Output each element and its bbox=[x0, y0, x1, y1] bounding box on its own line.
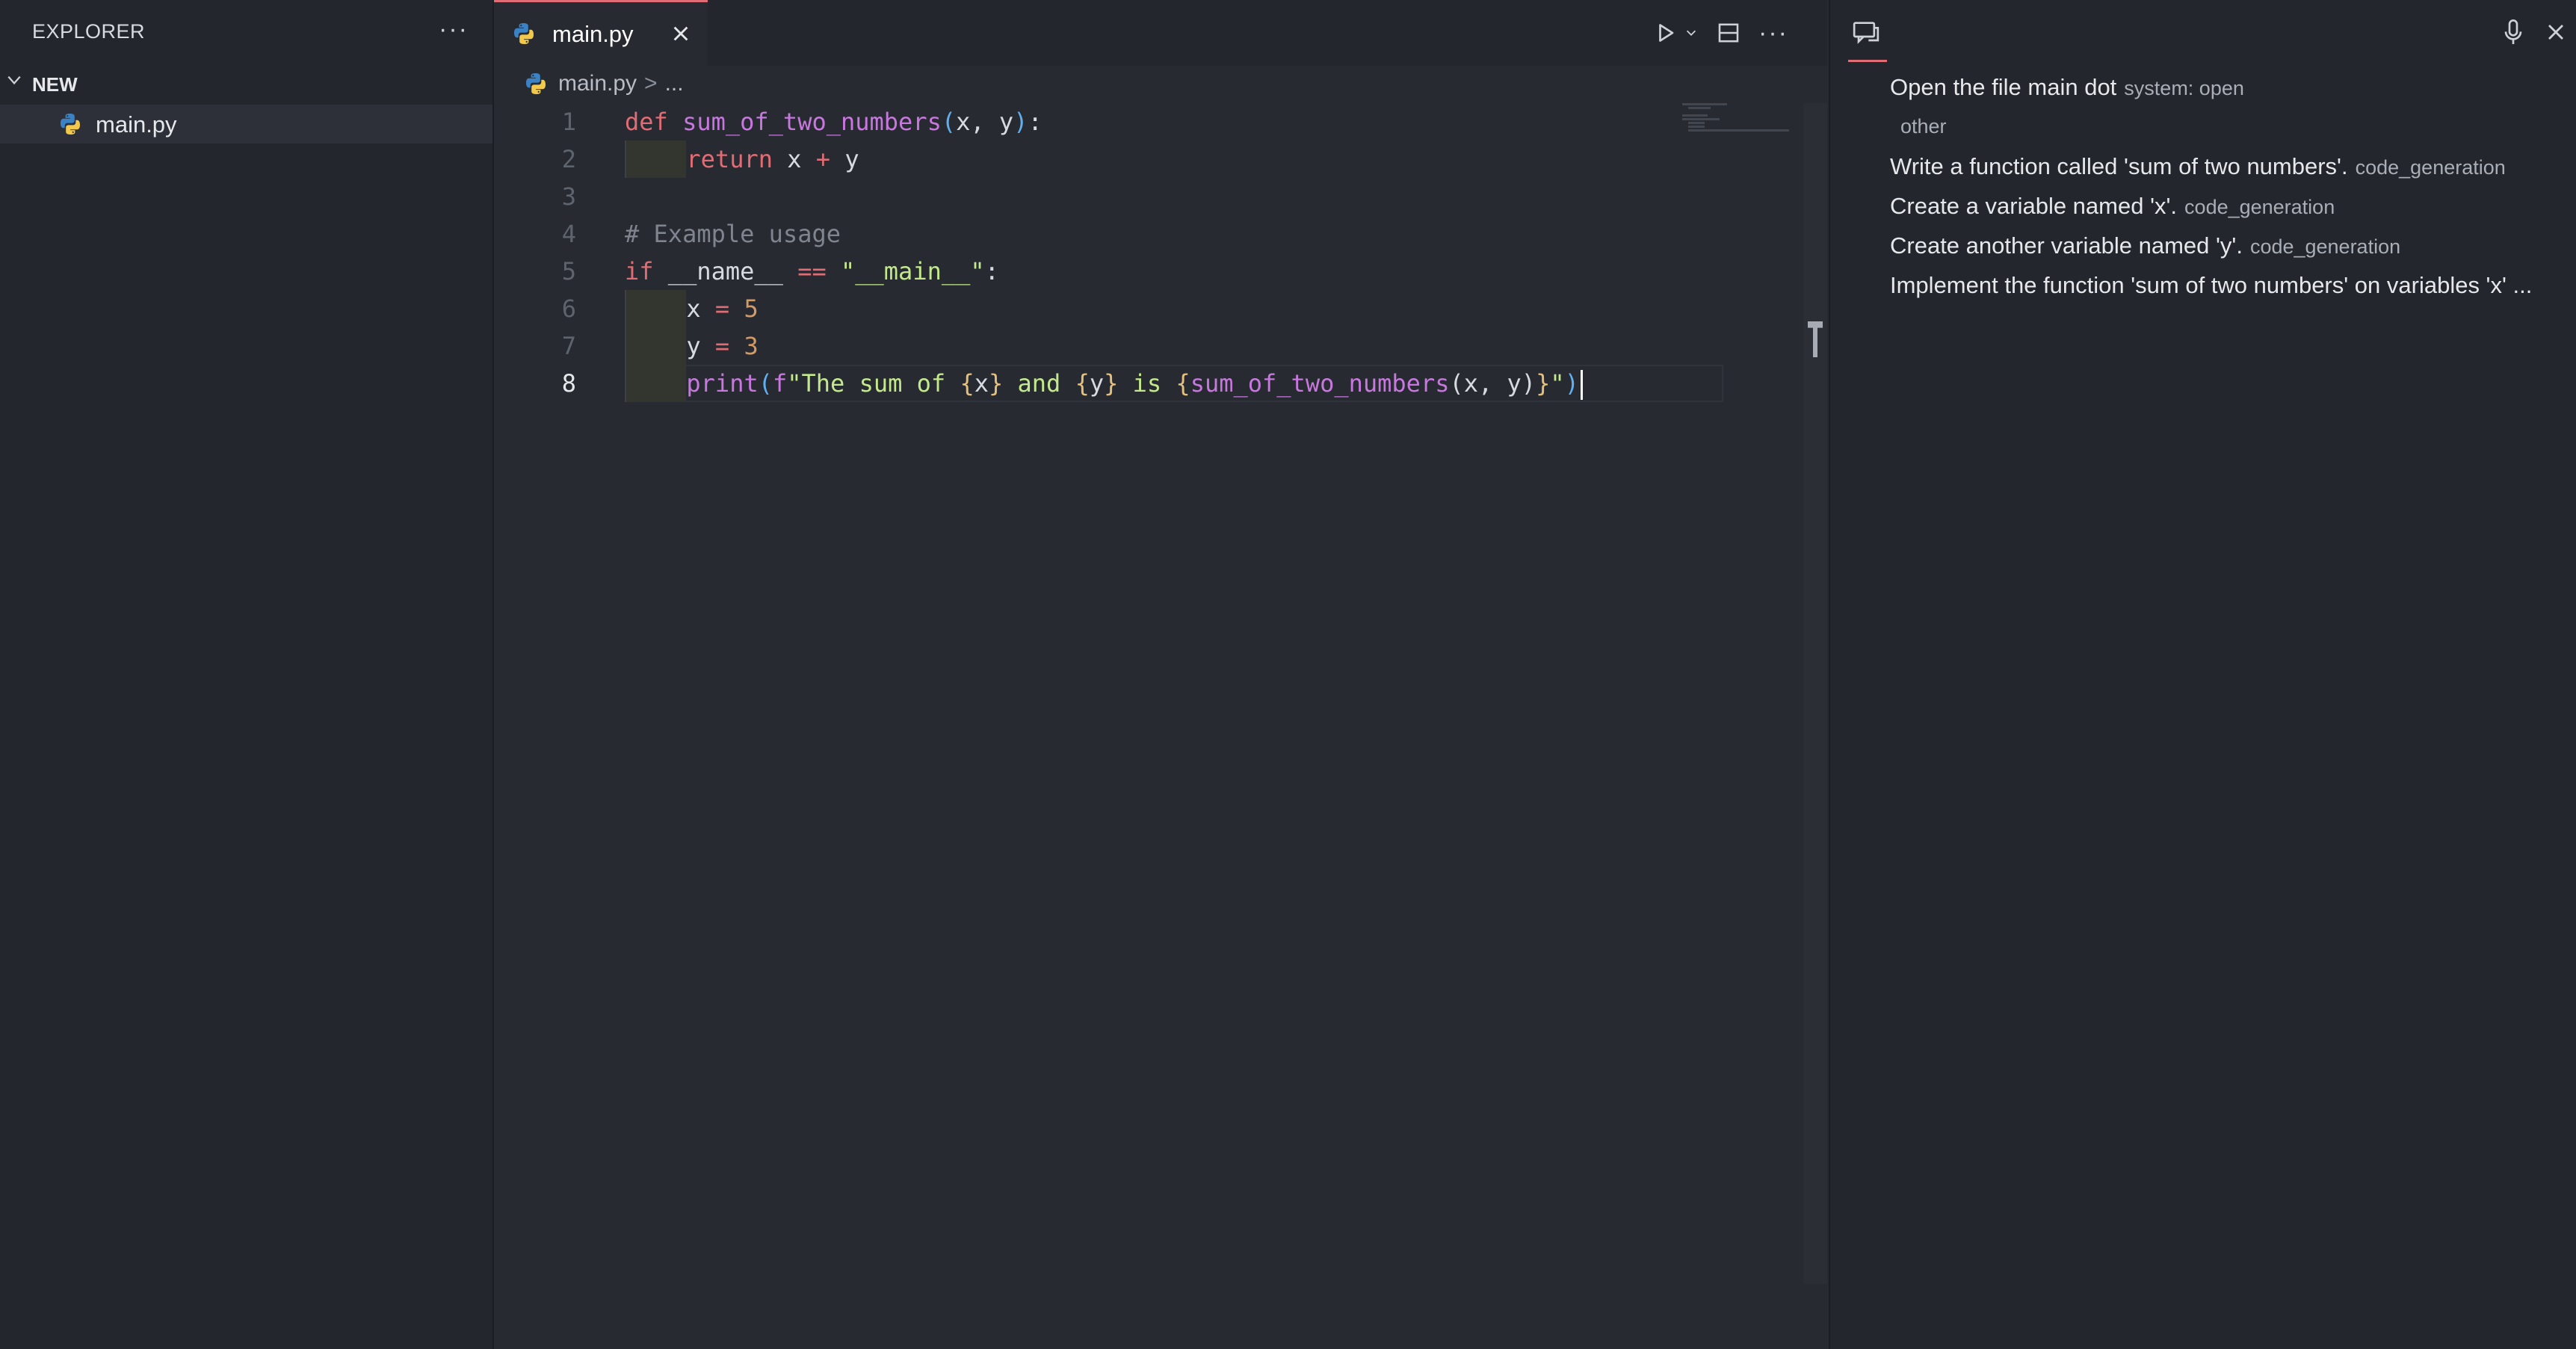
chat-panel: Open the file main dot system: open other… bbox=[1829, 0, 2576, 1349]
file-name: main.py bbox=[96, 111, 177, 138]
app-window: EXPLORER ··· NEW main.py main.py ··· mai… bbox=[0, 0, 2576, 1349]
code-line[interactable]: 7 y = 3 bbox=[494, 327, 1809, 365]
breadcrumb: main.py > ... bbox=[524, 69, 684, 99]
code-text: if __name__ == "__main__": bbox=[625, 257, 999, 285]
editor-actions: ··· bbox=[1637, 16, 1790, 49]
python-file-icon bbox=[61, 114, 80, 135]
microphone-icon[interactable] bbox=[2500, 18, 2527, 48]
line-number: 7 bbox=[561, 332, 576, 360]
explorer-more-button[interactable]: ··· bbox=[439, 15, 469, 44]
folder-name: NEW bbox=[32, 73, 78, 96]
line-number: 8 bbox=[561, 369, 576, 398]
message-text: Open the file main dot bbox=[1890, 74, 2117, 100]
indent-guide bbox=[625, 327, 687, 365]
message-tag: code_generation bbox=[2355, 156, 2506, 179]
chevron-down-icon bbox=[7, 75, 21, 85]
chat-header bbox=[1830, 0, 2576, 64]
breadcrumb-file[interactable]: main.py bbox=[558, 71, 637, 96]
explorer-title: EXPLORER bbox=[32, 20, 146, 43]
code-line[interactable]: 5 if __name__ == "__main__": bbox=[494, 253, 1809, 290]
message-item[interactable]: Create a variable named 'x'. code_generat… bbox=[1890, 186, 2576, 226]
message-item[interactable]: Create another variable named 'y'. code_g… bbox=[1890, 226, 2576, 265]
line-number: 2 bbox=[561, 145, 576, 173]
code-line[interactable]: 8 print(f"The sum of {x} and {y} is {sum_… bbox=[494, 365, 1809, 402]
line-number: 4 bbox=[561, 220, 576, 248]
indent-guide bbox=[625, 290, 687, 327]
python-file-icon bbox=[526, 73, 546, 94]
code-text: # Example usage bbox=[625, 220, 841, 248]
message-text: Create a variable named 'x'. bbox=[1890, 193, 2178, 219]
file-item-main-py[interactable]: main.py bbox=[0, 105, 492, 143]
tab-label: main.py bbox=[552, 21, 634, 47]
line-number: 1 bbox=[561, 108, 576, 136]
run-button[interactable] bbox=[1649, 16, 1682, 49]
line-number: 3 bbox=[561, 182, 576, 211]
message-item[interactable]: other bbox=[1890, 107, 2576, 146]
breadcrumb-trail[interactable]: ... bbox=[665, 71, 684, 96]
editor-area: main.py ··· main.py > ... 1 def sum_of_t… bbox=[494, 0, 1827, 1349]
code-editor[interactable]: 1 def sum_of_two_numbers(x, y): 2 return x … bbox=[494, 103, 1809, 402]
message-text: Write a function called 'sum of two numb… bbox=[1890, 153, 2348, 179]
chat-tab-indicator bbox=[1848, 60, 1887, 62]
message-tag: code_generation bbox=[2184, 196, 2335, 218]
split-editor-button[interactable] bbox=[1712, 16, 1745, 49]
indent-guide bbox=[625, 365, 687, 402]
vertical-scrollbar[interactable] bbox=[1803, 103, 1827, 1284]
minimap[interactable] bbox=[1682, 103, 1794, 133]
folder-new[interactable]: NEW bbox=[0, 67, 494, 100]
message-tag: system: open bbox=[2124, 77, 2244, 99]
code-line[interactable]: 6 x = 5 bbox=[494, 290, 1809, 327]
indent-guide bbox=[625, 141, 687, 178]
code-line[interactable]: 2 return x + y bbox=[494, 141, 1809, 178]
explorer-sidebar: EXPLORER ··· NEW main.py bbox=[0, 0, 494, 1349]
tab-main-py[interactable]: main.py bbox=[494, 0, 708, 66]
editor-more-button[interactable]: ··· bbox=[1757, 16, 1790, 49]
code-text: y = 3 bbox=[686, 332, 759, 360]
chat-icon[interactable] bbox=[1851, 18, 1881, 48]
message-text: Implement the function 'sum of two numbe… bbox=[1890, 272, 2533, 298]
message-tag: other bbox=[1900, 115, 1947, 138]
play-icon bbox=[1659, 24, 1674, 42]
message-item[interactable]: Open the file main dot system: open bbox=[1890, 67, 2576, 107]
python-file-icon bbox=[514, 23, 534, 44]
close-icon[interactable] bbox=[2545, 21, 2567, 43]
chat-messages: Open the file main dot system: open other… bbox=[1890, 67, 2576, 305]
code-text: return x + y bbox=[686, 145, 859, 173]
code-text: print(f"The sum of {x} and {y} is {sum_o… bbox=[686, 365, 1583, 402]
tab-strip: main.py ··· bbox=[494, 0, 1827, 66]
message-item[interactable]: Write a function called 'sum of two numb… bbox=[1890, 146, 2576, 186]
text-cursor bbox=[1580, 370, 1583, 400]
line-number: 5 bbox=[561, 257, 576, 285]
code-line[interactable]: 4 # Example usage bbox=[494, 215, 1809, 253]
run-options-button[interactable] bbox=[1682, 16, 1700, 49]
message-item[interactable]: Implement the function 'sum of two numbe… bbox=[1890, 265, 2576, 305]
code-text: def sum_of_two_numbers(x, y): bbox=[625, 108, 1043, 136]
more-icon: ··· bbox=[1758, 18, 1788, 47]
chevron-down-icon bbox=[1686, 30, 1696, 36]
message-text: Create another variable named 'y'. bbox=[1890, 232, 2243, 259]
breadcrumb-separator: > bbox=[644, 71, 658, 96]
close-icon[interactable] bbox=[670, 23, 691, 44]
code-text: x = 5 bbox=[686, 294, 759, 323]
code-line[interactable]: 1 def sum_of_two_numbers(x, y): bbox=[494, 103, 1809, 141]
code-line[interactable]: 3 bbox=[494, 178, 1809, 215]
split-editor-icon bbox=[1718, 23, 1739, 43]
line-number: 6 bbox=[561, 294, 576, 323]
message-tag: code_generation bbox=[2249, 235, 2401, 258]
